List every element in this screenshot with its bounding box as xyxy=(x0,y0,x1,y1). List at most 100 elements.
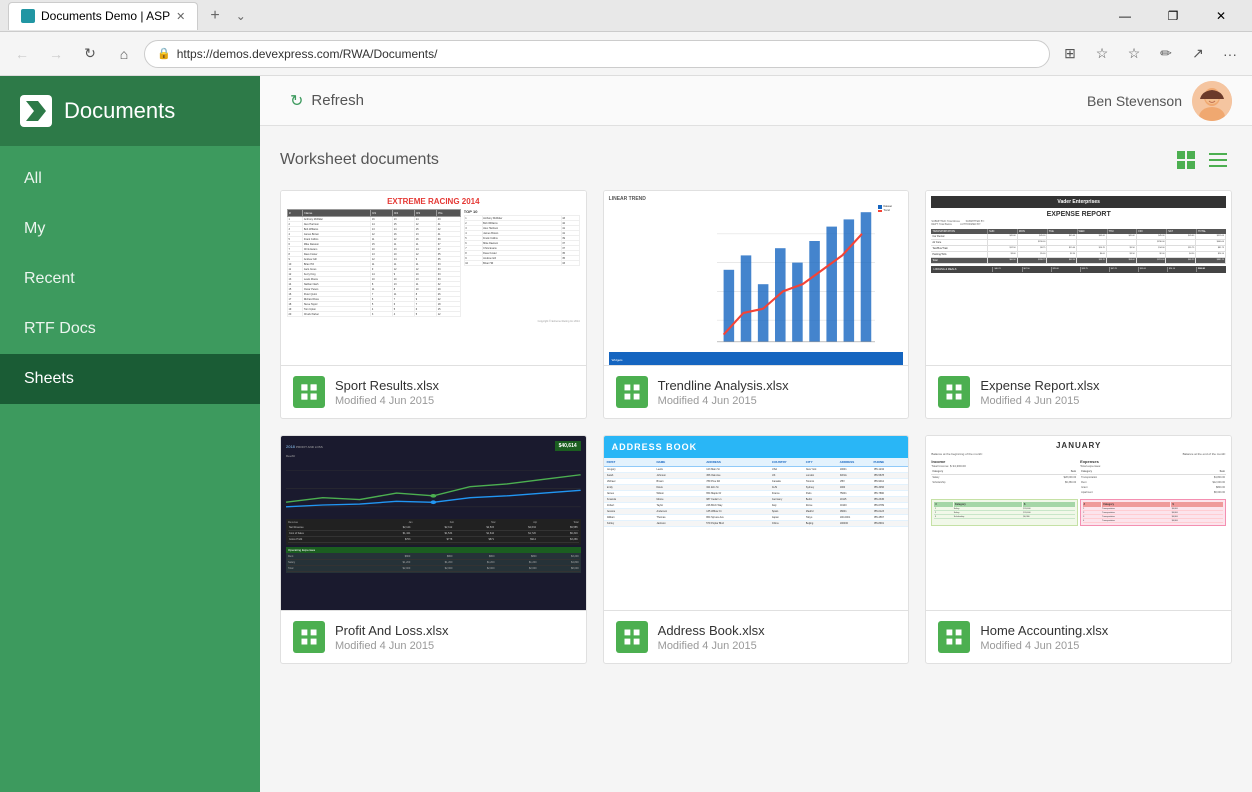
doc-card-home[interactable]: JANUARY Balance at the beginning of the … xyxy=(925,435,1232,664)
doc-date-sport-results: Modified 4 Jun 2015 xyxy=(335,395,574,407)
section-title: Worksheet documents xyxy=(280,151,439,169)
grid-view-icon xyxy=(1176,150,1196,170)
close-button[interactable]: ✕ xyxy=(1198,2,1244,30)
window-controls: — ❐ ✕ xyxy=(1102,2,1244,30)
back-button[interactable]: ← xyxy=(8,40,36,68)
doc-text-trendline: Trendline Analysis.xlsx Modified 4 Jun 2… xyxy=(658,378,897,407)
app-title: Documents xyxy=(64,98,175,124)
doc-thumbnail-pl: 2018 PROFIT AND LOSS $40,614 DevAV xyxy=(281,436,586,611)
more-button[interactable]: ··· xyxy=(1216,40,1244,68)
sidebar-item-my[interactable]: My xyxy=(0,204,260,254)
app-container: Documents All My Recent RTF Docs Sheets xyxy=(0,76,1252,792)
sidebar-item-all-label: All xyxy=(24,170,42,187)
sidebar-item-all[interactable]: All xyxy=(0,154,260,204)
reload-button[interactable]: ↻ xyxy=(76,40,104,68)
sidebar-nav: All My Recent RTF Docs Sheets xyxy=(0,146,260,404)
doc-name-trendline: Trendline Analysis.xlsx xyxy=(658,378,897,393)
grid-view-button[interactable] xyxy=(1172,146,1200,174)
doc-icon-sport-results xyxy=(293,376,325,408)
doc-icon-pl xyxy=(293,621,325,653)
doc-thumbnail-expense: Vader Enterprises EXPENSE REPORT SUBMITT… xyxy=(926,191,1231,366)
doc-card-expense[interactable]: Vader Enterprises EXPENSE REPORT SUBMITT… xyxy=(925,190,1232,419)
logo-icon xyxy=(26,101,46,121)
sidebar: Documents All My Recent RTF Docs Sheets xyxy=(0,76,260,792)
sidebar-header: Documents xyxy=(0,76,260,146)
sidebar-item-rtf[interactable]: RTF Docs xyxy=(0,304,260,354)
sidebar-item-sheets-label: Sheets xyxy=(24,370,74,387)
user-avatar[interactable] xyxy=(1192,81,1232,121)
lock-icon: 🔒 xyxy=(157,47,171,60)
doc-icon-trendline xyxy=(616,376,648,408)
sidebar-item-recent-label: Recent xyxy=(24,270,75,287)
sidebar-item-rtf-label: RTF Docs xyxy=(24,320,96,337)
doc-name-pl: Profit And Loss.xlsx xyxy=(335,623,574,638)
sidebar-item-recent[interactable]: Recent xyxy=(0,254,260,304)
content-area: Worksheet documents xyxy=(260,126,1252,792)
address-bar[interactable]: 🔒 https://demos.devexpress.com/RWA/Docum… xyxy=(144,40,1050,68)
doc-name-expense: Expense Report.xlsx xyxy=(980,378,1219,393)
doc-info-trendline: Trendline Analysis.xlsx Modified 4 Jun 2… xyxy=(604,366,909,418)
doc-name-address: Address Book.xlsx xyxy=(658,623,897,638)
notes-button[interactable]: ✏ xyxy=(1152,40,1180,68)
user-section: Ben Stevenson xyxy=(1087,81,1232,121)
doc-date-pl: Modified 4 Jun 2015 xyxy=(335,640,574,652)
doc-card-address[interactable]: ADDRESS BOOK FIRST NAME ADDRESS COUNTRY … xyxy=(603,435,910,664)
browser-toolbar: ← → ↻ ⌂ 🔒 https://demos.devexpress.com/R… xyxy=(0,32,1252,76)
doc-date-trendline: Modified 4 Jun 2015 xyxy=(658,395,897,407)
avatar-image xyxy=(1192,81,1232,121)
refresh-button[interactable]: ↻ Refresh xyxy=(280,85,374,117)
list-view-icon xyxy=(1208,150,1228,170)
minimize-button[interactable]: — xyxy=(1102,2,1148,30)
doc-card-sport-results[interactable]: EXTREME RACING 2014 # Name R1 xyxy=(280,190,587,419)
doc-text-expense: Expense Report.xlsx Modified 4 Jun 2015 xyxy=(980,378,1219,407)
doc-thumbnail-address: ADDRESS BOOK FIRST NAME ADDRESS COUNTRY … xyxy=(604,436,909,611)
close-tab-button[interactable]: ✕ xyxy=(176,10,185,23)
doc-info-address: Address Book.xlsx Modified 4 Jun 2015 xyxy=(604,611,909,663)
user-name: Ben Stevenson xyxy=(1087,93,1182,109)
top-bar: ↻ Refresh Ben Stevenson xyxy=(260,76,1252,126)
section-header: Worksheet documents xyxy=(280,146,1232,174)
doc-thumbnail-trendline: LINEAR TREND xyxy=(604,191,909,366)
browser-titlebar: Documents Demo | ASP ✕ + ⌄ — ❐ ✕ xyxy=(0,0,1252,32)
doc-date-home: Modified 4 Jun 2015 xyxy=(980,640,1219,652)
doc-text-address: Address Book.xlsx Modified 4 Jun 2015 xyxy=(658,623,897,652)
doc-info-home: Home Accounting.xlsx Modified 4 Jun 2015 xyxy=(926,611,1231,663)
doc-icon-home xyxy=(938,621,970,653)
sidebar-item-my-label: My xyxy=(24,220,45,237)
doc-icon-address xyxy=(616,621,648,653)
tab-title: Documents Demo | ASP xyxy=(41,9,170,23)
url-text: https://demos.devexpress.com/RWA/Documen… xyxy=(177,47,438,61)
documents-grid: EXTREME RACING 2014 # Name R1 xyxy=(280,190,1232,664)
forward-button[interactable]: → xyxy=(42,40,70,68)
app-logo xyxy=(20,95,52,127)
home-button[interactable]: ⌂ xyxy=(110,40,138,68)
sidebar-toggle-button[interactable]: ⊞ xyxy=(1056,40,1084,68)
doc-name-home: Home Accounting.xlsx xyxy=(980,623,1219,638)
sidebar-item-sheets[interactable]: Sheets xyxy=(0,354,260,404)
main-content: ↻ Refresh Ben Stevenson xyxy=(260,76,1252,792)
new-tab-button[interactable]: + xyxy=(202,3,227,29)
doc-text-pl: Profit And Loss.xlsx Modified 4 Jun 2015 xyxy=(335,623,574,652)
doc-text-sport-results: Sport Results.xlsx Modified 4 Jun 2015 xyxy=(335,378,574,407)
doc-text-home: Home Accounting.xlsx Modified 4 Jun 2015 xyxy=(980,623,1219,652)
refresh-icon: ↻ xyxy=(290,91,303,111)
browser-tab[interactable]: Documents Demo | ASP ✕ xyxy=(8,2,198,30)
toolbar-actions: ⊞ ☆ ☆ ✏ ↗ ··· xyxy=(1056,40,1244,68)
doc-icon-expense xyxy=(938,376,970,408)
doc-info-expense: Expense Report.xlsx Modified 4 Jun 2015 xyxy=(926,366,1231,418)
doc-thumbnail-home: JANUARY Balance at the beginning of the … xyxy=(926,436,1231,611)
doc-date-address: Modified 4 Jun 2015 xyxy=(658,640,897,652)
doc-card-pl[interactable]: 2018 PROFIT AND LOSS $40,614 DevAV xyxy=(280,435,587,664)
doc-name-sport-results: Sport Results.xlsx xyxy=(335,378,574,393)
doc-card-trendline[interactable]: LINEAR TREND xyxy=(603,190,910,419)
share-button[interactable]: ↗ xyxy=(1184,40,1212,68)
view-controls xyxy=(1172,146,1232,174)
tab-favicon xyxy=(21,9,35,23)
refresh-label: Refresh xyxy=(311,92,364,109)
restore-button[interactable]: ❐ xyxy=(1150,2,1196,30)
list-view-button[interactable] xyxy=(1204,146,1232,174)
tab-menu-button[interactable]: ⌄ xyxy=(236,9,246,23)
hub-button[interactable]: ☆ xyxy=(1120,40,1148,68)
doc-thumbnail-sport-results: EXTREME RACING 2014 # Name R1 xyxy=(281,191,586,366)
favorites-button[interactable]: ☆ xyxy=(1088,40,1116,68)
